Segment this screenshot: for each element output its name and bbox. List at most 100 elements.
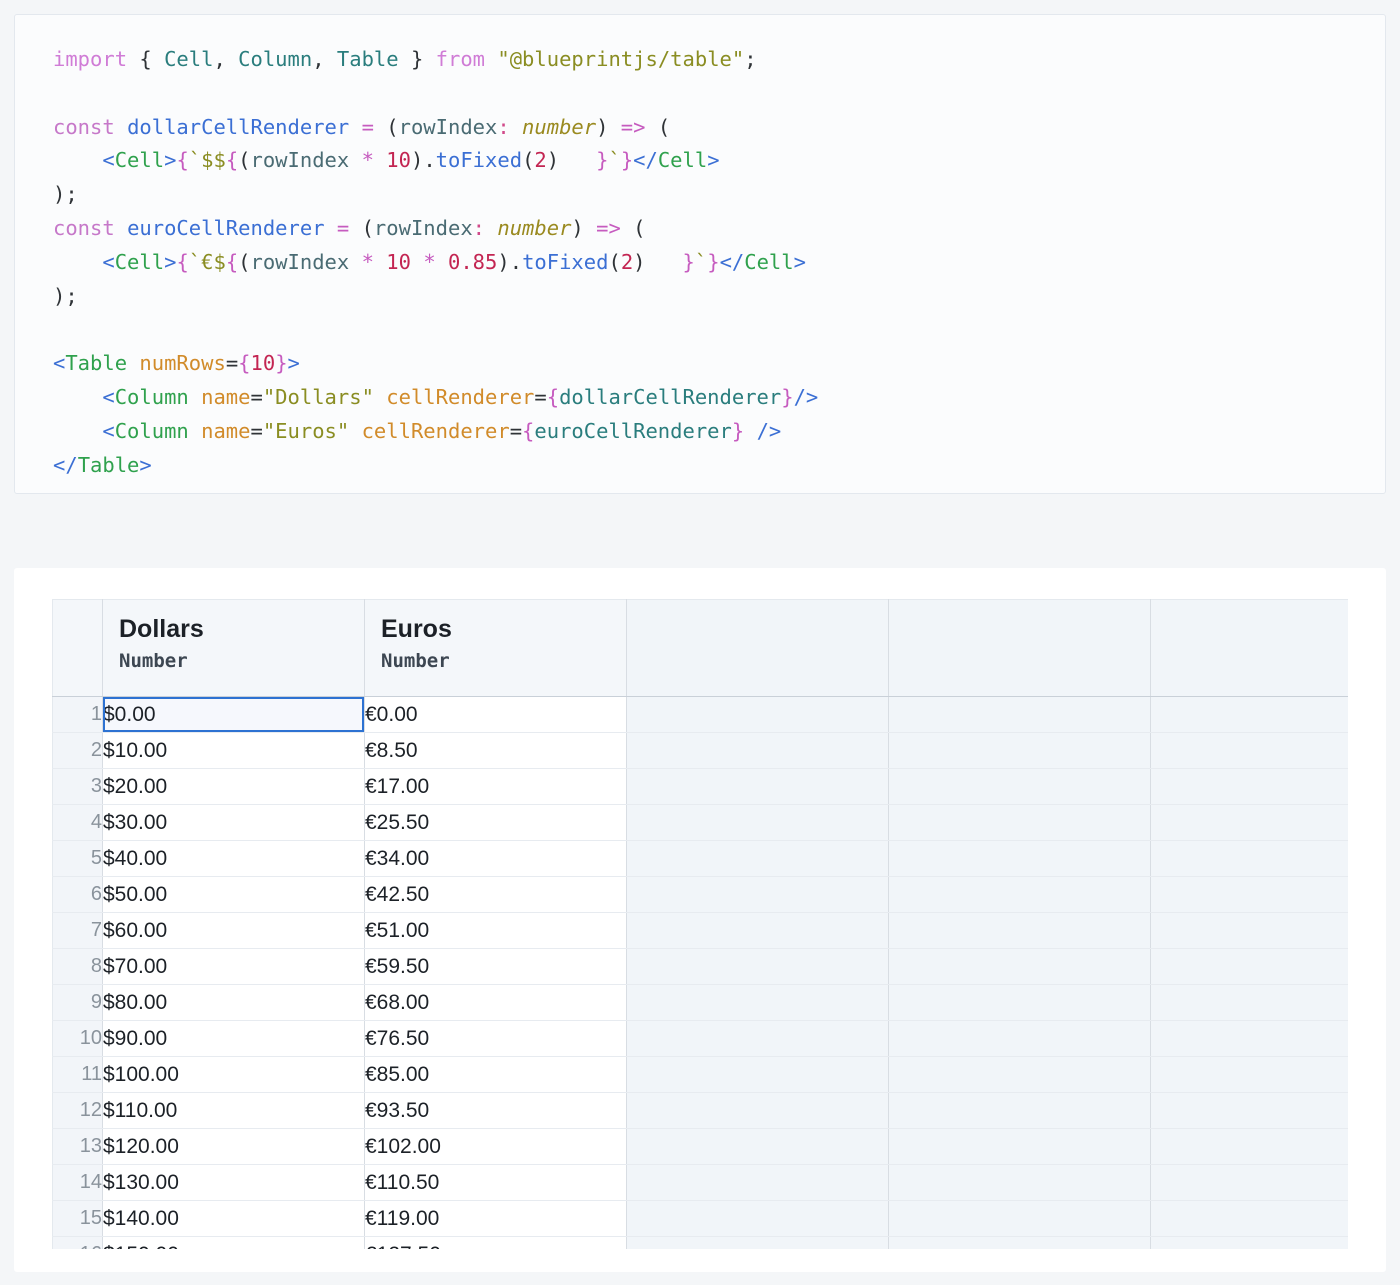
ghost-cell[interactable] (1150, 768, 1348, 805)
row-number-cell[interactable]: 1 (52, 696, 103, 733)
table-cell[interactable]: €76.50 (364, 1020, 627, 1057)
table-cell[interactable]: $10.00 (102, 732, 365, 769)
table-scroll-region[interactable]: Dollars Number Euros Number 1 $0.00 €0.00 2 $10… (52, 599, 1348, 1249)
ghost-cell[interactable] (1150, 696, 1348, 733)
ghost-cell[interactable] (888, 840, 1151, 877)
table-cell[interactable]: €102.00 (364, 1128, 627, 1165)
row-number-cell[interactable]: 14 (52, 1164, 103, 1201)
ghost-cell[interactable] (1150, 912, 1348, 949)
row-number-cell[interactable]: 9 (52, 984, 103, 1021)
row-number-cell[interactable]: 16 (52, 1236, 103, 1249)
ghost-cell[interactable] (1150, 984, 1348, 1021)
row-number-cell[interactable]: 4 (52, 804, 103, 841)
ghost-cell[interactable] (626, 768, 889, 805)
ghost-cell[interactable] (1150, 876, 1348, 913)
table-cell[interactable]: $20.00 (102, 768, 365, 805)
ghost-cell[interactable] (888, 804, 1151, 841)
ghost-cell[interactable] (888, 732, 1151, 769)
ghost-cell[interactable] (626, 732, 889, 769)
table-cell[interactable]: €42.50 (364, 876, 627, 913)
ghost-cell[interactable] (888, 912, 1151, 949)
row-number-cell[interactable]: 5 (52, 840, 103, 877)
ghost-cell[interactable] (1150, 948, 1348, 985)
ghost-cell[interactable] (1150, 1236, 1348, 1249)
ghost-cell[interactable] (626, 876, 889, 913)
ghost-cell[interactable] (626, 1128, 889, 1165)
ghost-cell[interactable] (888, 768, 1151, 805)
ghost-cell[interactable] (626, 1056, 889, 1093)
ghost-cell[interactable] (626, 804, 889, 841)
ghost-cell[interactable] (1150, 840, 1348, 877)
ghost-cell[interactable] (888, 1020, 1151, 1057)
table-cell[interactable]: $30.00 (102, 804, 365, 841)
ghost-cell[interactable] (1150, 1200, 1348, 1237)
table-cell[interactable]: €8.50 (364, 732, 627, 769)
table-cell[interactable]: €110.50 (364, 1164, 627, 1201)
ghost-cell[interactable] (626, 840, 889, 877)
table-cell[interactable]: $140.00 (102, 1200, 365, 1237)
table-cell[interactable]: €68.00 (364, 984, 627, 1021)
row-number-cell[interactable]: 15 (52, 1200, 103, 1237)
table-cell[interactable]: $120.00 (102, 1128, 365, 1165)
column-header-euros[interactable]: Euros Number (364, 599, 627, 697)
ghost-cell[interactable] (888, 1128, 1151, 1165)
table-cell[interactable]: €85.00 (364, 1056, 627, 1093)
table-cell[interactable]: $150.00 (102, 1236, 365, 1249)
table-cell[interactable]: $110.00 (102, 1092, 365, 1129)
table-cell[interactable]: €93.50 (364, 1092, 627, 1129)
row-number-cell[interactable]: 2 (52, 732, 103, 769)
ghost-cell[interactable] (1150, 1164, 1348, 1201)
table-cell[interactable]: €34.00 (364, 840, 627, 877)
table-cell[interactable]: €17.00 (364, 768, 627, 805)
row-number-cell[interactable]: 3 (52, 768, 103, 805)
ghost-cell[interactable] (626, 1200, 889, 1237)
ghost-cell[interactable] (888, 876, 1151, 913)
ghost-cell[interactable] (888, 948, 1151, 985)
row-number-cell[interactable]: 6 (52, 876, 103, 913)
row-number-cell[interactable]: 13 (52, 1128, 103, 1165)
table-cell[interactable]: €25.50 (364, 804, 627, 841)
ghost-cell[interactable] (1150, 1020, 1348, 1057)
ghost-cell[interactable] (1150, 804, 1348, 841)
table-cell[interactable]: $50.00 (102, 876, 365, 913)
table-corner-header[interactable] (52, 599, 103, 697)
code-block[interactable]: import { Cell, Column, Table } from "@bl… (15, 15, 1385, 482)
ghost-cell[interactable] (1150, 1056, 1348, 1093)
ghost-cell[interactable] (888, 1164, 1151, 1201)
ghost-cell[interactable] (888, 1092, 1151, 1129)
row-number-cell[interactable]: 11 (52, 1056, 103, 1093)
table-cell[interactable]: $100.00 (102, 1056, 365, 1093)
row-number-cell[interactable]: 10 (52, 1020, 103, 1057)
table-cell[interactable]: $80.00 (102, 984, 365, 1021)
ghost-cell[interactable] (888, 984, 1151, 1021)
table-cell[interactable]: $130.00 (102, 1164, 365, 1201)
row-number-cell[interactable]: 7 (52, 912, 103, 949)
table-cell[interactable]: $70.00 (102, 948, 365, 985)
table-cell[interactable]: $90.00 (102, 1020, 365, 1057)
table-cell[interactable]: €0.00 (364, 696, 627, 733)
ghost-column-header[interactable] (626, 599, 889, 697)
ghost-column-header[interactable] (888, 599, 1151, 697)
table-cell[interactable]: €59.50 (364, 948, 627, 985)
ghost-cell[interactable] (626, 1020, 889, 1057)
table-cell[interactable]: $40.00 (102, 840, 365, 877)
table-cell[interactable]: €51.00 (364, 912, 627, 949)
ghost-cell[interactable] (626, 1092, 889, 1129)
ghost-column-header[interactable] (1150, 599, 1348, 697)
ghost-cell[interactable] (626, 1236, 889, 1249)
ghost-cell[interactable] (1150, 1128, 1348, 1165)
table-cell[interactable]: $60.00 (102, 912, 365, 949)
ghost-cell[interactable] (626, 1164, 889, 1201)
table-cell[interactable]: $0.00 (102, 696, 365, 733)
row-number-cell[interactable]: 8 (52, 948, 103, 985)
ghost-cell[interactable] (888, 1236, 1151, 1249)
ghost-cell[interactable] (888, 1200, 1151, 1237)
ghost-cell[interactable] (626, 948, 889, 985)
ghost-cell[interactable] (626, 912, 889, 949)
ghost-cell[interactable] (1150, 732, 1348, 769)
row-number-cell[interactable]: 12 (52, 1092, 103, 1129)
ghost-cell[interactable] (888, 696, 1151, 733)
ghost-cell[interactable] (626, 984, 889, 1021)
column-header-dollars[interactable]: Dollars Number (102, 599, 365, 697)
ghost-cell[interactable] (888, 1056, 1151, 1093)
